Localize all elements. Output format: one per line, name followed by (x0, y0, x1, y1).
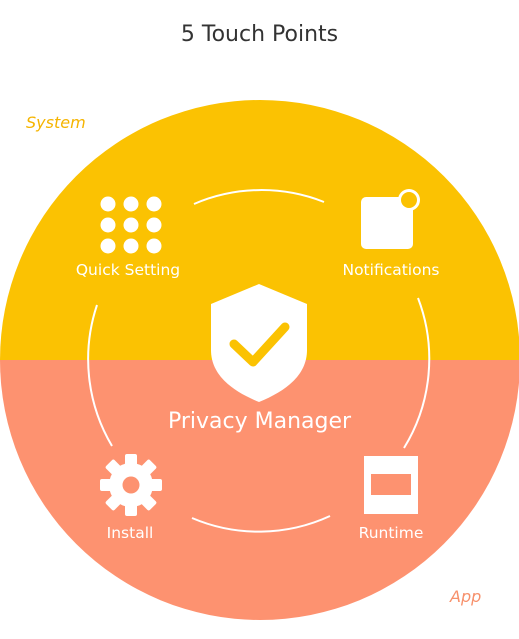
gear-icon[interactable] (100, 454, 162, 516)
app-window-icon[interactable] (364, 456, 418, 514)
notification-badge-icon[interactable] (361, 189, 420, 249)
app-zone-label: App (450, 587, 482, 606)
quick-setting-label: Quick Setting (75, 261, 181, 279)
runtime-label: Runtime (358, 524, 424, 542)
touch-points-diagram (0, 100, 519, 620)
privacy-manager-label: Privacy Manager (167, 409, 352, 434)
grid-dots-icon[interactable] (100, 196, 162, 254)
install-label: Install (106, 524, 154, 542)
notifications-label: Notifications (342, 261, 440, 279)
